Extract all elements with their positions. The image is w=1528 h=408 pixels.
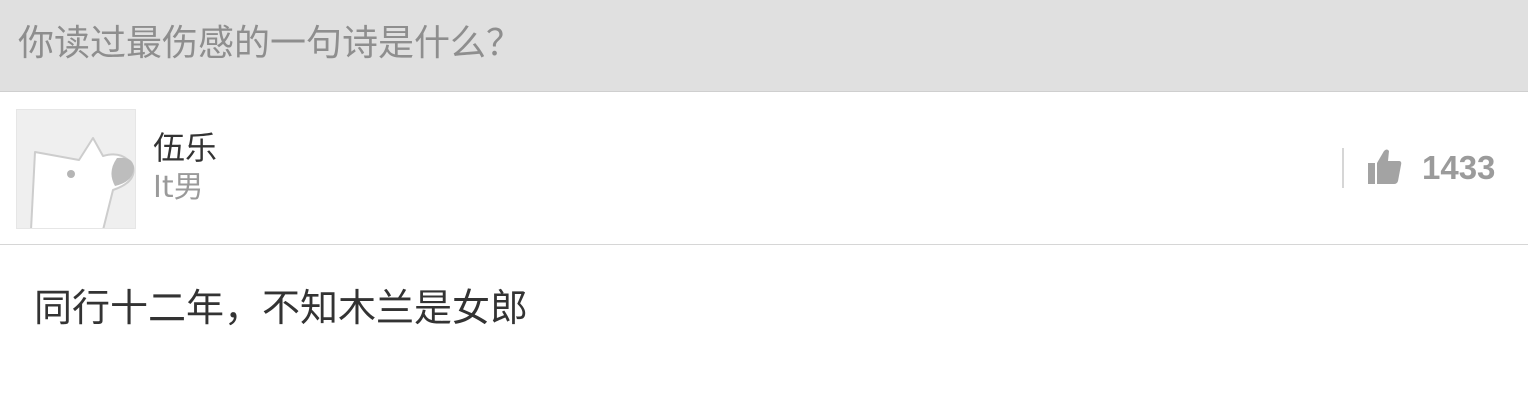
author-name[interactable]: 伍乐 [153, 128, 217, 168]
author-bio: It男 [153, 170, 204, 205]
default-dog-avatar-icon [17, 110, 135, 228]
question-title[interactable]: 你读过最伤感的一句诗是什么？ [18, 20, 522, 68]
question-header[interactable]: 你读过最伤感的一句诗是什么？ [0, 0, 1528, 92]
upvote-button[interactable]: 1433 [1360, 142, 1510, 196]
avatar[interactable] [16, 109, 136, 229]
vote-divider [1342, 148, 1344, 188]
answer-text[interactable]: 同行十二年，不知木兰是女郎 [34, 283, 528, 333]
vote-count: 1433 [1422, 149, 1496, 186]
author-row: 伍乐 It男 1433 [0, 92, 1528, 245]
thumbs-up-icon [1368, 149, 1402, 184]
